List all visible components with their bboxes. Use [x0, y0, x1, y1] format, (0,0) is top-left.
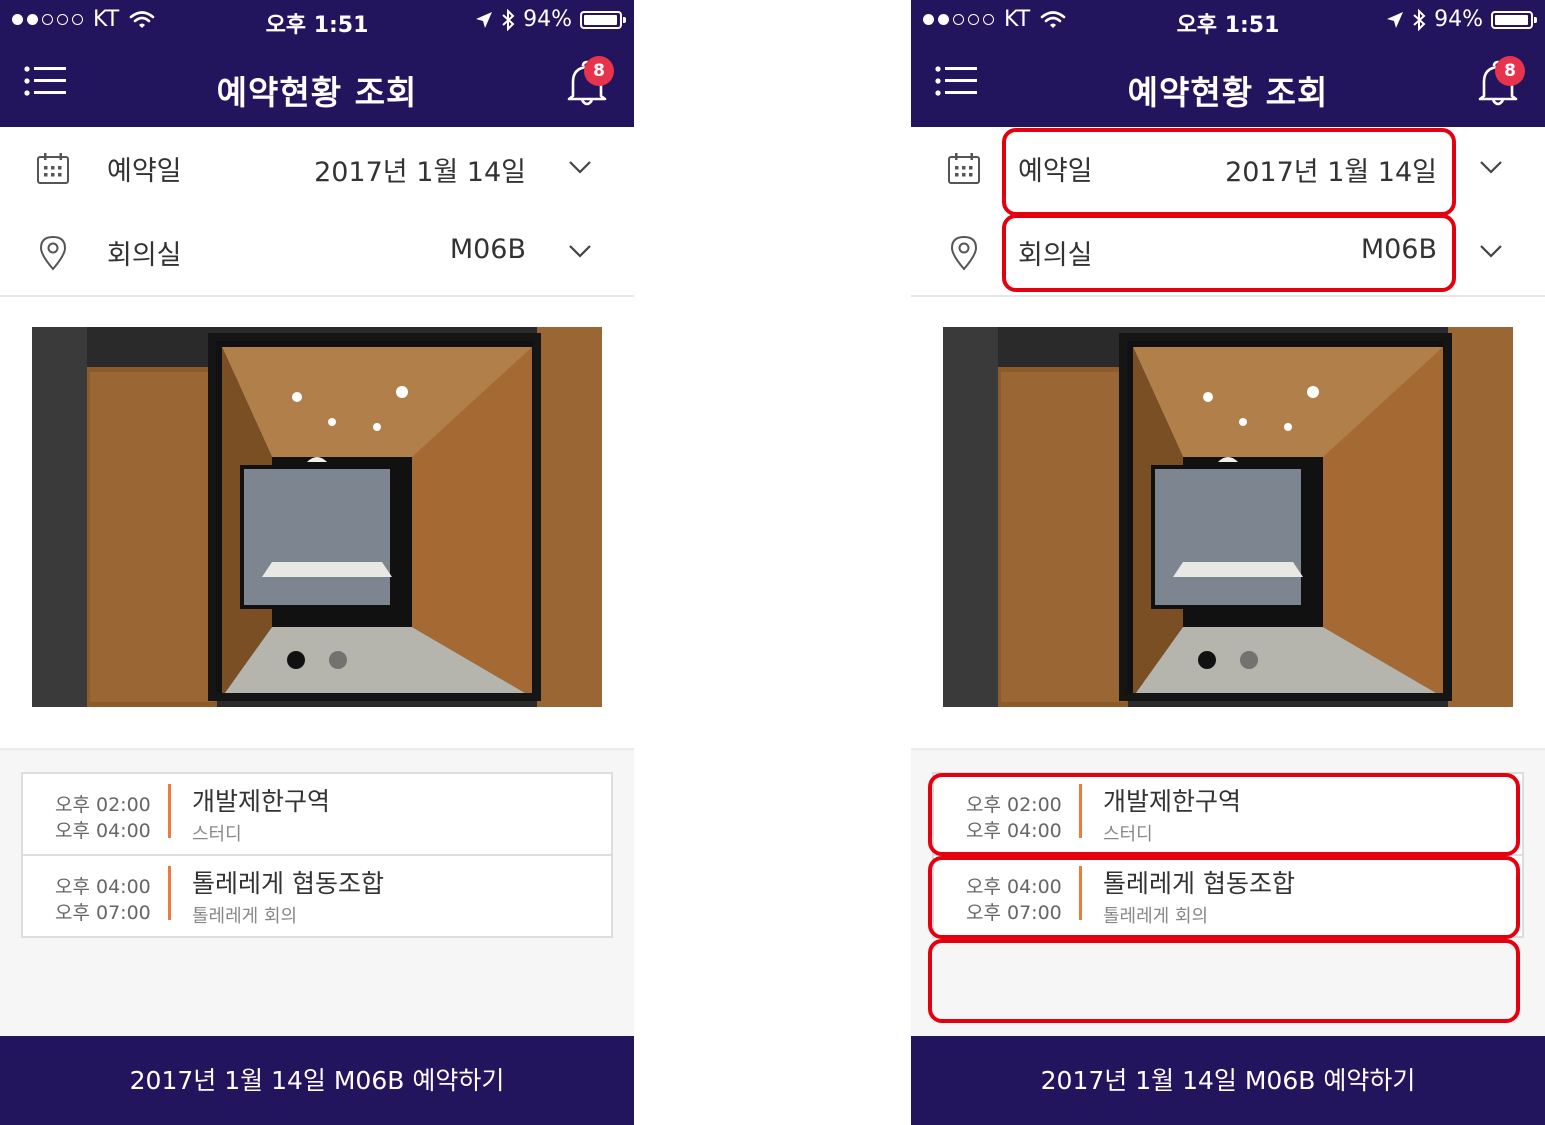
- battery-percent: 94%: [1434, 7, 1483, 32]
- start-time: 오후 04:00: [55, 876, 151, 898]
- date-value: 2017년 1월 14일: [314, 157, 526, 188]
- end-time: 오후 04:00: [55, 820, 151, 842]
- highlight-box-room: [1002, 214, 1456, 292]
- status-right: 94%: [1386, 7, 1537, 32]
- accent-bar: [168, 784, 171, 838]
- room-photo-carousel[interactable]: [943, 327, 1513, 707]
- calendar-icon: [948, 153, 980, 184]
- phone-screen-original: KT 오후 1:51 94% 예약현황 조회 8 예약일 2017년 1월 14…: [0, 0, 634, 1125]
- reservation-subtitle: 스터디: [192, 824, 242, 845]
- chevron-down-icon[interactable]: [1477, 241, 1505, 261]
- page-title: 예약현황 조회: [216, 73, 418, 112]
- room-value: M06B: [449, 234, 526, 265]
- location-pin-icon: [950, 235, 978, 271]
- notification-badge: 8: [584, 56, 614, 86]
- location-arrow-icon: [1387, 11, 1404, 28]
- bluetooth-icon: [1413, 8, 1426, 31]
- phone-screen-annotated: KT 오후 1:51 94% 예약현황 조회 8 예약일 2017년 1월 14…: [911, 0, 1545, 1125]
- battery-percent: 94%: [523, 7, 572, 32]
- carousel-dot-active[interactable]: [1198, 651, 1216, 669]
- reservation-title: 개발제한구역: [192, 787, 331, 816]
- room-photo-carousel[interactable]: [32, 327, 602, 707]
- carousel-dot[interactable]: [329, 651, 347, 669]
- end-time: 오후 07:00: [55, 902, 151, 924]
- location-pin-icon: [39, 235, 67, 271]
- date-selector-row[interactable]: 예약일 2017년 1월 14일: [0, 127, 634, 213]
- reserve-button[interactable]: 2017년 1월 14일 M06B 예약하기: [911, 1036, 1545, 1125]
- carousel-dot-active[interactable]: [287, 651, 305, 669]
- accent-bar: [168, 866, 171, 920]
- battery-icon: [580, 10, 626, 29]
- notification-badge: 8: [1495, 56, 1525, 86]
- status-right: 94%: [475, 7, 626, 32]
- highlight-box-reservation-1: [928, 773, 1520, 856]
- calendar-icon: [37, 153, 69, 184]
- reservation-list-area: 오후 02:00 오후 04:00 개발제한구역 스터디 오후 04:00 오후…: [0, 748, 634, 1038]
- room-selector-row[interactable]: 회의실 M06B: [0, 211, 634, 297]
- status-bar: KT 오후 1:51 94%: [911, 0, 1545, 42]
- reservation-list: 오후 02:00 오후 04:00 개발제한구역 스터디 오후 04:00 오후…: [21, 772, 613, 938]
- highlight-box-reservation-2: [928, 856, 1520, 939]
- room-label: 회의실: [107, 240, 182, 271]
- highlight-box-date: [1002, 128, 1456, 216]
- chevron-down-icon[interactable]: [1477, 157, 1505, 177]
- meeting-room-photo: [32, 327, 602, 707]
- status-bar: KT 오후 1:51 94%: [0, 0, 634, 42]
- bluetooth-icon: [502, 8, 515, 31]
- app-header: KT 오후 1:51 94% 예약현황 조회 8: [0, 0, 634, 127]
- reservation-item[interactable]: 오후 04:00 오후 07:00 톨레레게 협동조합 톨레레게 회의: [23, 856, 611, 936]
- date-label: 예약일: [107, 156, 182, 187]
- page-title: 예약현황 조회: [1127, 73, 1329, 112]
- reserve-button[interactable]: 2017년 1월 14일 M06B 예약하기: [0, 1036, 634, 1125]
- app-header: KT 오후 1:51 94% 예약현황 조회 8: [911, 0, 1545, 127]
- meeting-room-photo: [943, 327, 1513, 707]
- carousel-dot[interactable]: [1240, 651, 1258, 669]
- reservation-item[interactable]: 오후 02:00 오후 04:00 개발제한구역 스터디: [23, 774, 611, 856]
- start-time: 오후 02:00: [55, 794, 151, 816]
- reservation-title: 톨레레게 협동조합: [192, 869, 384, 898]
- location-arrow-icon: [476, 11, 493, 28]
- reservation-subtitle: 톨레레게 회의: [192, 906, 298, 927]
- chevron-down-icon[interactable]: [566, 241, 594, 261]
- chevron-down-icon[interactable]: [566, 157, 594, 177]
- highlight-box-empty-slot: [928, 939, 1520, 1023]
- battery-icon: [1491, 10, 1537, 29]
